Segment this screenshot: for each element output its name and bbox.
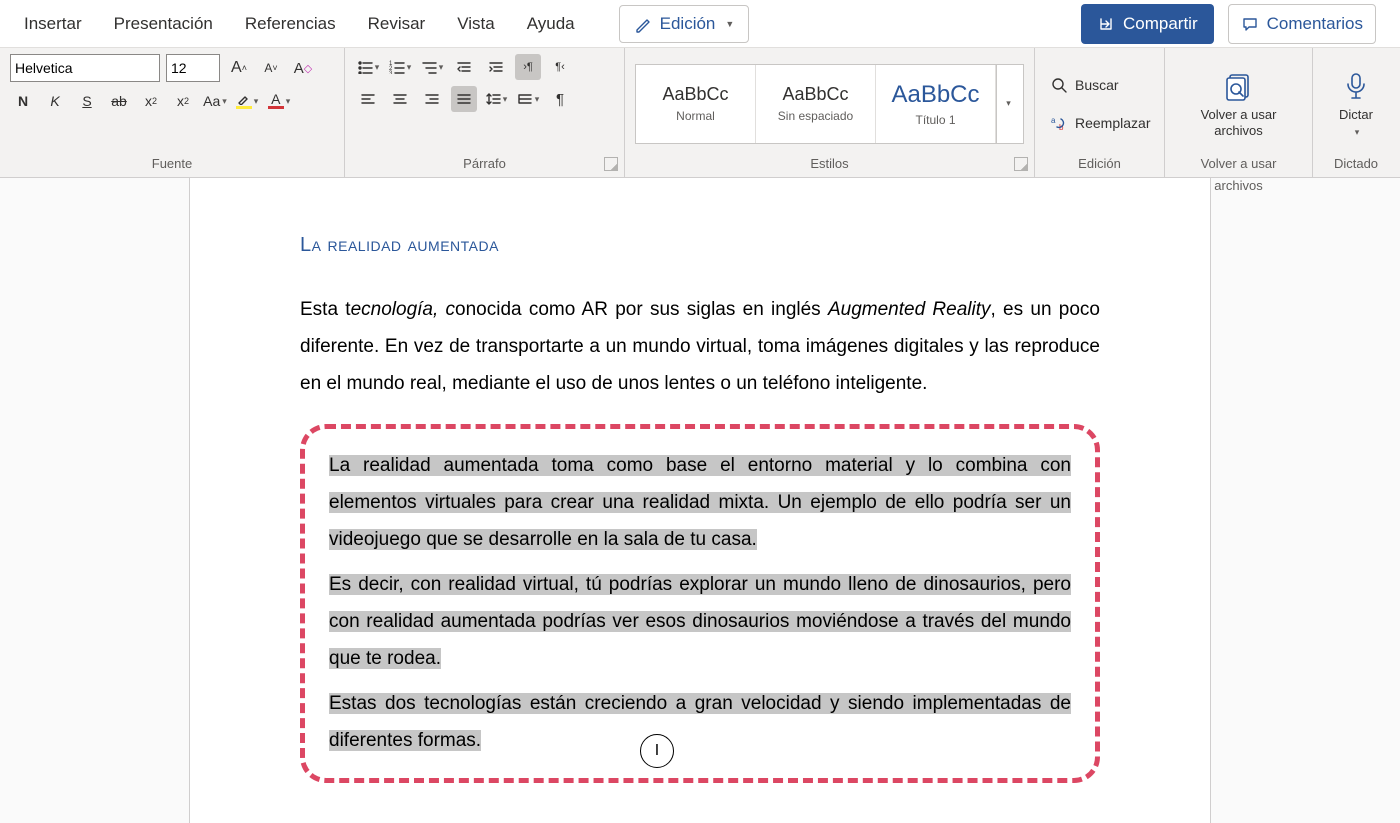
paragraph-dialog-launcher[interactable]	[604, 157, 618, 171]
multilevel-list-button[interactable]: ▾	[419, 54, 445, 80]
font-size-combo[interactable]	[166, 54, 220, 82]
grow-font-button[interactable]: A˄	[226, 55, 252, 81]
svg-text:a: a	[1051, 116, 1056, 125]
reuse-files-button[interactable]: Volver a usar archivos	[1175, 65, 1302, 142]
indent-icon	[488, 60, 504, 74]
align-left-button[interactable]	[355, 86, 381, 112]
numbering-icon: 123	[389, 60, 405, 74]
paragraph-3[interactable]: Es decir, con realidad virtual, tú podrí…	[329, 566, 1071, 677]
tab-insertar[interactable]: Insertar	[24, 14, 82, 34]
align-right-button[interactable]	[419, 86, 445, 112]
styles-dialog-launcher[interactable]	[1014, 157, 1028, 171]
group-reuse-label: Volver a usar archivos	[1175, 153, 1302, 175]
page[interactable]: La realidad aumentada Esta tecnología, c…	[190, 178, 1210, 823]
group-editing-label: Edición	[1045, 153, 1154, 175]
show-marks-button[interactable]: ¶	[547, 86, 573, 112]
change-case-button[interactable]: Aa▾	[202, 88, 228, 114]
tab-ayuda[interactable]: Ayuda	[527, 14, 575, 34]
tab-presentacion[interactable]: Presentación	[114, 14, 213, 34]
share-icon	[1097, 15, 1115, 33]
styles-gallery-more[interactable]: ▾	[996, 65, 1018, 143]
comment-icon	[1241, 15, 1259, 33]
reuse-files-icon	[1222, 69, 1256, 103]
align-justify-button[interactable]	[451, 86, 477, 112]
subscript-button[interactable]: x2	[138, 88, 164, 114]
paragraph-2[interactable]: La realidad aumentada toma como base el …	[329, 447, 1071, 558]
align-center-button[interactable]	[387, 86, 413, 112]
outdent-icon	[456, 60, 472, 74]
font-color-button[interactable]: A▾	[266, 88, 292, 114]
paragraph-4[interactable]: Estas dos tecnologías están creciendo a …	[329, 685, 1071, 759]
align-justify-icon	[456, 92, 472, 106]
align-right-icon	[424, 92, 440, 106]
bullets-button[interactable]: ▾	[355, 54, 381, 80]
annotation-highlight-box: La realidad aumentada toma como base el …	[300, 424, 1100, 782]
style-no-spacing[interactable]: AaBbCc Sin espaciado	[756, 65, 876, 143]
style-heading1[interactable]: AaBbCc Título 1	[876, 65, 996, 143]
chevron-down-icon: ▾	[1355, 127, 1360, 137]
group-dictate-label: Dictado	[1323, 153, 1389, 175]
search-icon	[1051, 77, 1067, 93]
tab-revisar[interactable]: Revisar	[368, 14, 426, 34]
group-styles: AaBbCc Normal AaBbCc Sin espaciado AaBbC…	[625, 48, 1035, 177]
comments-label: Comentarios	[1267, 14, 1363, 34]
highlight-color-button[interactable]: ▾	[234, 88, 260, 114]
replace-button[interactable]: ab Reemplazar	[1051, 110, 1154, 136]
find-button[interactable]: Buscar	[1051, 72, 1154, 98]
tab-vista[interactable]: Vista	[457, 14, 495, 34]
line-spacing-button[interactable]: ▾	[483, 86, 509, 112]
group-reuse: Volver a usar archivos Volver a usar arc…	[1165, 48, 1313, 177]
group-styles-label: Estilos	[635, 153, 1024, 175]
ribbon: A˄ A˅ A◇ N K S ab x2 x2 Aa▾ ▾ A▾ Fuente …	[0, 48, 1400, 178]
svg-text:3: 3	[389, 71, 393, 74]
microphone-icon	[1339, 69, 1373, 103]
paragraph-1[interactable]: Esta tecnología, conocida como AR por su…	[300, 291, 1100, 402]
replace-icon: ab	[1051, 115, 1067, 131]
align-center-icon	[392, 92, 408, 106]
shrink-font-button[interactable]: A˅	[258, 55, 284, 81]
group-paragraph: ▾ 123▾ ▾ ›¶ ¶‹ ▾ ▾ ¶ Párrafo	[345, 48, 625, 177]
font-name-combo[interactable]	[10, 54, 160, 82]
style-normal[interactable]: AaBbCc Normal	[636, 65, 756, 143]
decrease-indent-button[interactable]	[451, 54, 477, 80]
rtl-direction-button[interactable]: ¶‹	[547, 54, 573, 80]
line-spacing-icon	[485, 92, 501, 106]
superscript-button[interactable]: x2	[170, 88, 196, 114]
ltr-direction-button[interactable]: ›¶	[515, 54, 541, 80]
menubar: Insertar Presentación Referencias Revisa…	[0, 0, 1400, 48]
align-left-icon	[360, 92, 376, 106]
dictate-button[interactable]: Dictar▾	[1331, 65, 1381, 142]
group-font: A˄ A˅ A◇ N K S ab x2 x2 Aa▾ ▾ A▾ Fuente	[0, 48, 345, 177]
tab-referencias[interactable]: Referencias	[245, 14, 336, 34]
highlighter-icon	[237, 93, 251, 105]
strikethrough-button[interactable]: ab	[106, 88, 132, 114]
shading-button[interactable]: ▾	[515, 86, 541, 112]
underline-button[interactable]: S	[74, 88, 100, 114]
bullets-icon	[357, 60, 373, 74]
pen-icon	[634, 15, 652, 33]
clear-formatting-button[interactable]: A◇	[290, 55, 316, 81]
doc-heading[interactable]: La realidad aumentada	[300, 234, 1100, 257]
share-label: Compartir	[1123, 14, 1198, 34]
increase-indent-button[interactable]	[483, 54, 509, 80]
document-canvas[interactable]: La realidad aumentada Esta tecnología, c…	[0, 178, 1400, 823]
indent-markers-icon	[517, 92, 533, 106]
group-paragraph-label: Párrafo	[355, 153, 614, 175]
chevron-down-icon: ▼	[725, 19, 734, 29]
editing-mode-label: Edición	[660, 14, 716, 34]
bold-button[interactable]: N	[10, 88, 36, 114]
group-editing: Buscar ab Reemplazar Edición	[1035, 48, 1165, 177]
styles-gallery: AaBbCc Normal AaBbCc Sin espaciado AaBbC…	[635, 64, 1024, 144]
multilevel-icon	[421, 60, 437, 74]
comments-button[interactable]: Comentarios	[1228, 4, 1376, 44]
group-font-label: Fuente	[10, 153, 334, 175]
italic-button[interactable]: K	[42, 88, 68, 114]
share-button[interactable]: Compartir	[1081, 4, 1214, 44]
editing-mode-dropdown[interactable]: Edición ▼	[619, 5, 750, 43]
numbering-button[interactable]: 123▾	[387, 54, 413, 80]
group-dictate: Dictar▾ Dictado	[1313, 48, 1399, 177]
